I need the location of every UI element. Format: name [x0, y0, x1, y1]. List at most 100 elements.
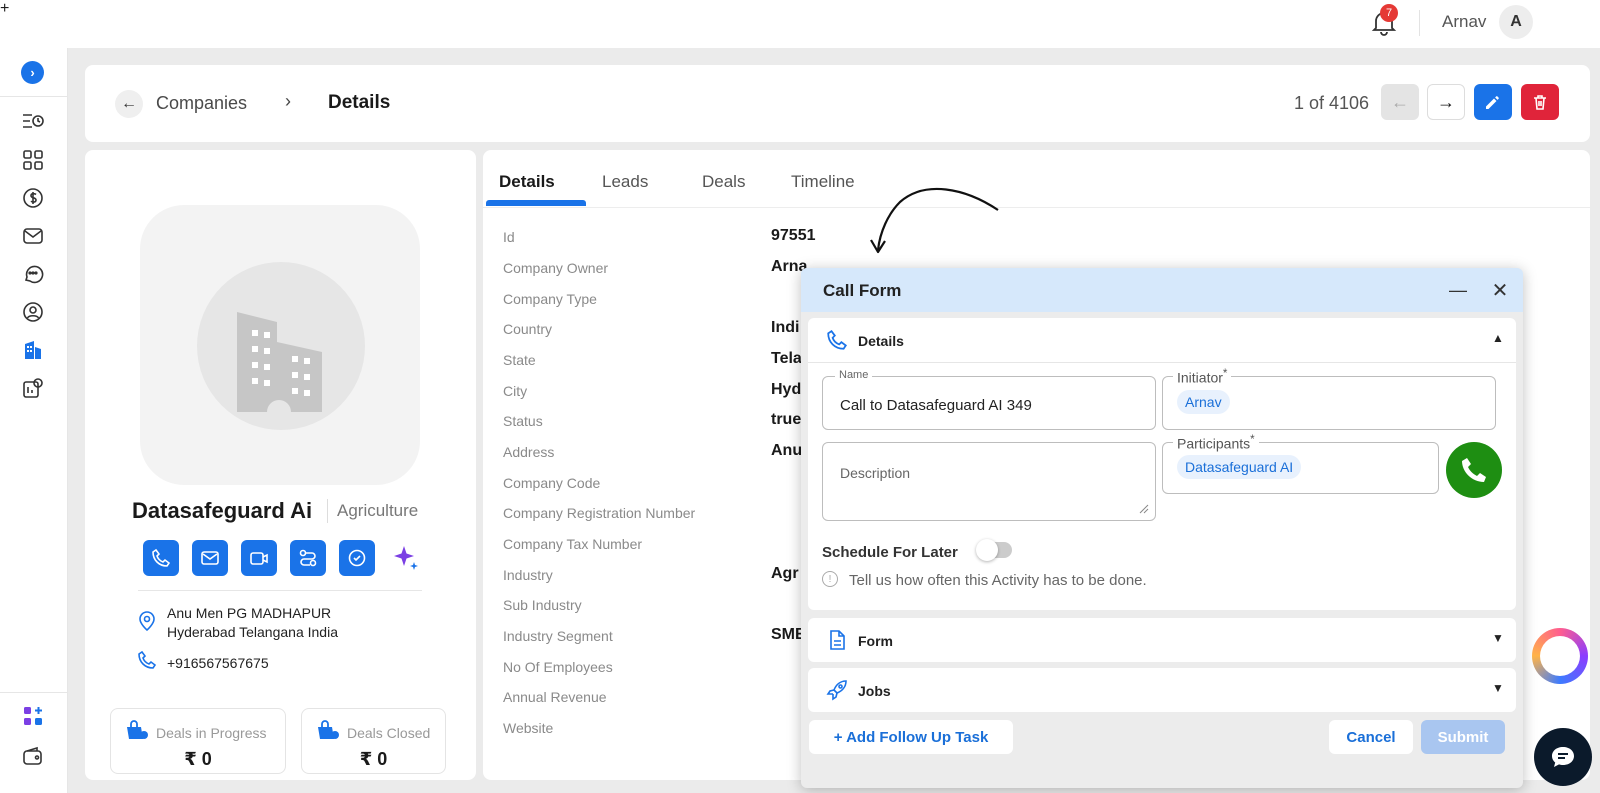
name-field[interactable]: Name Call to Datasafeguard AI 349	[822, 369, 1156, 430]
section-title[interactable]: Jobs	[858, 683, 891, 699]
field-value: Hyd	[771, 381, 802, 398]
caret-down-icon[interactable]: ▼	[1492, 631, 1504, 645]
previous-record-button[interactable]: ←	[1381, 84, 1419, 120]
user-avatar[interactable]: A	[1499, 5, 1533, 39]
address-line-1: Anu Men PG MADHAPUR	[167, 605, 332, 621]
back-button[interactable]: ←	[115, 90, 143, 118]
chat-support-button[interactable]	[1534, 728, 1592, 786]
call-form-dialog: Call Form — ✕ Details ▲ Name Call to Dat…	[801, 268, 1523, 788]
company-phone[interactable]: +916567567675	[167, 655, 269, 671]
next-record-button[interactable]: →	[1427, 84, 1465, 120]
deal-bag-icon	[127, 720, 148, 739]
company-building-icon[interactable]	[21, 338, 45, 362]
activity-list-icon[interactable]	[21, 109, 45, 133]
initiator-field[interactable]: Initiator* Arnav	[1162, 367, 1496, 430]
chat-icon[interactable]	[21, 262, 45, 286]
minimize-button[interactable]: —	[1447, 279, 1469, 301]
apps-grid-icon[interactable]	[21, 148, 45, 172]
edit-button[interactable]	[1474, 84, 1512, 120]
participant-chip[interactable]: Datasafeguard AI	[1177, 455, 1302, 479]
cancel-button[interactable]: Cancel	[1329, 720, 1413, 754]
section-title[interactable]: Details	[858, 333, 904, 349]
assistant-ring-icon[interactable]	[1532, 628, 1588, 684]
delete-button[interactable]	[1521, 84, 1559, 120]
stat-value: ₹ 0	[184, 749, 212, 769]
section-title[interactable]: Form	[858, 633, 893, 649]
user-circle-icon[interactable]	[21, 300, 45, 324]
tab-deals[interactable]: Deals	[702, 172, 745, 192]
required-mark: *	[1250, 433, 1255, 446]
settings-cog-icon[interactable]	[21, 376, 45, 400]
stat-label: Deals in Progress	[156, 725, 267, 741]
dialog-title: Call Form	[823, 281, 902, 300]
quick-actions	[143, 540, 424, 576]
description-placeholder: Description	[840, 465, 911, 481]
add-follow-up-task-button[interactable]: + Add Follow Up Task	[809, 720, 1013, 754]
document-icon	[830, 630, 845, 650]
field-label: Id	[503, 229, 515, 245]
tab-leads[interactable]: Leads	[602, 172, 648, 192]
active-tab-indicator	[486, 200, 586, 206]
call-action-button[interactable]	[143, 540, 179, 576]
location-pin-icon	[139, 611, 155, 632]
breadcrumb-bar: ← Companies › Details 1 of 4106 ← →	[85, 65, 1590, 142]
task-action-button[interactable]	[290, 540, 326, 576]
participants-field[interactable]: Participants* Datasafeguard AI	[1162, 433, 1439, 494]
caret-down-icon[interactable]: ▼	[1492, 681, 1504, 695]
field-label: Address	[503, 444, 555, 460]
field-label: Company Code	[503, 475, 601, 491]
field-label: Industry	[503, 567, 553, 583]
email-action-button[interactable]	[192, 540, 228, 576]
name-input-value[interactable]: Call to Datasafeguard AI 349	[840, 397, 1032, 414]
details-section: Details ▲ Name Call to Datasafeguard AI …	[808, 318, 1516, 610]
schedule-later-label: Schedule For Later	[822, 544, 958, 561]
meeting-action-button[interactable]	[241, 540, 277, 576]
user-name[interactable]: Arnav	[1442, 12, 1486, 32]
phone-icon	[138, 650, 157, 669]
form-section[interactable]: Form ▼	[808, 618, 1516, 662]
jobs-section[interactable]: Jobs ▼	[808, 668, 1516, 712]
field-label: Annual Revenue	[503, 689, 607, 705]
field-value: Tela	[771, 350, 802, 367]
video-icon	[250, 552, 268, 565]
name-divider	[327, 499, 328, 523]
create-new-button[interactable]: +	[0, 0, 1600, 48]
apps-add-icon[interactable]	[21, 704, 45, 728]
settings-action-button[interactable]	[339, 540, 375, 576]
toggle-knob	[976, 539, 998, 561]
route-icon	[299, 549, 317, 567]
field-value: 97551	[771, 227, 816, 244]
field-value: Indi	[771, 319, 800, 336]
pencil-icon	[1486, 96, 1499, 109]
tab-timeline[interactable]: Timeline	[791, 172, 855, 192]
caret-up-icon[interactable]: ▲	[1492, 331, 1504, 345]
tab-details[interactable]: Details	[499, 172, 555, 192]
schedule-later-toggle[interactable]	[976, 539, 1012, 561]
sidebar: ›	[0, 0, 68, 793]
sidebar-divider	[0, 96, 68, 97]
mail-icon[interactable]	[21, 224, 45, 248]
initiator-chip[interactable]: Arnav	[1177, 390, 1230, 414]
dialog-header: Call Form — ✕	[801, 268, 1523, 312]
field-label: Country	[503, 321, 553, 337]
chat-bubble-icon	[1552, 747, 1574, 767]
description-field[interactable]: Description	[822, 442, 1156, 521]
close-button[interactable]: ✕	[1489, 279, 1511, 302]
deals-in-progress-card: Deals in Progress ₹ 0	[110, 708, 286, 774]
field-label: No Of Employees	[503, 659, 613, 675]
sidebar-expand-button[interactable]: ›	[21, 61, 44, 84]
start-call-button[interactable]	[1446, 442, 1502, 498]
ai-sparkle-button[interactable]	[388, 540, 424, 576]
trash-icon	[1534, 95, 1546, 110]
resize-handle-icon[interactable]	[1139, 504, 1149, 514]
breadcrumb-companies-link[interactable]: Companies	[156, 93, 247, 114]
sparkle-icon	[394, 546, 418, 570]
name-label: Name	[835, 369, 873, 381]
required-mark: *	[1222, 367, 1228, 380]
breadcrumb-separator: ›	[285, 91, 291, 111]
submit-button[interactable]: Submit	[1421, 720, 1505, 754]
field-label: State	[503, 352, 536, 368]
badge-check-icon	[348, 549, 366, 567]
wallet-icon[interactable]	[21, 744, 45, 768]
dollar-icon[interactable]	[21, 186, 45, 210]
